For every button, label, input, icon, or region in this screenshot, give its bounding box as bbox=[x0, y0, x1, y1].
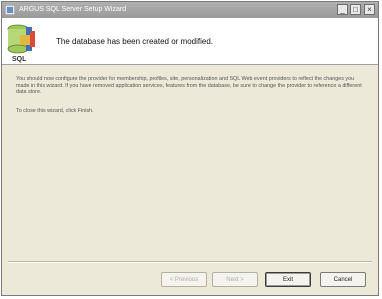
page-title: The database has been created or modifie… bbox=[56, 37, 213, 46]
setup-wizard-window: ARGUS SQL Server Setup Wizard _ □ × SQL … bbox=[1, 1, 379, 296]
logo-caption: SQL bbox=[12, 56, 27, 63]
window-title: ARGUS SQL Server Setup Wizard bbox=[19, 6, 127, 13]
previous-button[interactable]: < Previous bbox=[161, 272, 207, 287]
description-text: You should now configure the provider fo… bbox=[16, 76, 362, 96]
wizard-header: SQL The database has been created or mod… bbox=[2, 18, 378, 65]
cancel-button[interactable]: Cancel bbox=[320, 272, 366, 287]
title-bar[interactable]: ARGUS SQL Server Setup Wizard _ □ × bbox=[2, 2, 378, 18]
finish-hint: To close this wizard, click Finish. bbox=[16, 108, 94, 114]
close-button[interactable]: × bbox=[364, 4, 375, 15]
wizard-icon bbox=[5, 5, 15, 15]
wizard-content: You should now configure the provider fo… bbox=[2, 65, 378, 262]
minimize-button[interactable]: _ bbox=[337, 4, 348, 15]
maximize-button[interactable]: □ bbox=[350, 4, 361, 15]
sql-database-icon: SQL bbox=[7, 24, 35, 63]
next-button[interactable]: Next > bbox=[212, 272, 258, 287]
footer-divider bbox=[8, 261, 372, 263]
exit-button[interactable]: Exit bbox=[265, 272, 311, 287]
